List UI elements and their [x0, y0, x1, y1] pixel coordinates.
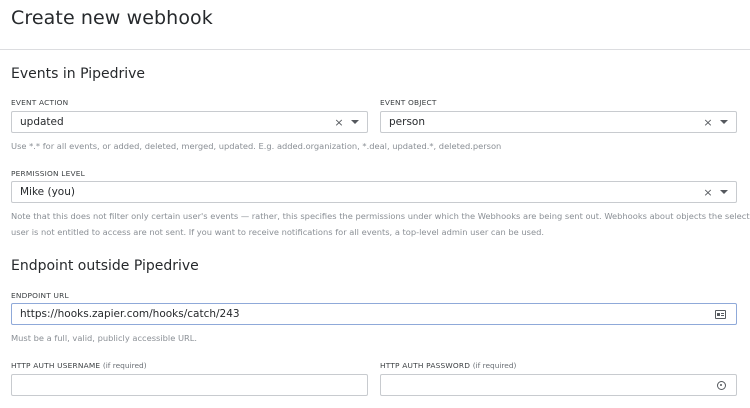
clear-icon[interactable]: × [702, 187, 714, 198]
endpoint-url-input[interactable]: https://hooks.zapier.com/hooks/catch/243 [11, 303, 737, 325]
events-section-title: Events in Pipedrive [11, 66, 146, 82]
permission-level-value: Mike (you) [20, 186, 75, 198]
event-object-label: EVENT OBJECT [380, 98, 437, 107]
auth-username-input[interactable] [11, 374, 368, 396]
event-action-label: EVENT ACTION [11, 98, 69, 107]
event-action-value: updated [20, 116, 64, 128]
endpoint-help-text: Must be a full, valid, publicly accessib… [11, 333, 198, 343]
endpoint-url-value: https://hooks.zapier.com/hooks/catch/243 [20, 308, 240, 320]
chevron-down-icon[interactable] [351, 120, 359, 124]
key-icon[interactable] [717, 380, 726, 390]
clear-icon[interactable]: × [333, 117, 345, 128]
auth-password-label: HTTP AUTH PASSWORD (if required) [380, 361, 516, 370]
auth-password-label-text: HTTP AUTH PASSWORD [380, 361, 471, 370]
id-card-icon[interactable] [715, 309, 726, 319]
event-action-select[interactable]: updated × [11, 111, 368, 133]
auth-username-label-text: HTTP AUTH USERNAME [11, 361, 101, 370]
clear-icon[interactable]: × [702, 117, 714, 128]
event-object-value: person [389, 116, 425, 128]
events-help-text: Use *.* for all events, or added, delete… [11, 141, 502, 151]
chevron-down-icon[interactable] [720, 120, 728, 124]
chevron-down-icon[interactable] [720, 190, 728, 194]
permission-help-line-1: Note that this does not filter only cert… [11, 211, 750, 221]
permission-level-select[interactable]: Mike (you) × [11, 181, 737, 203]
auth-password-input[interactable] [380, 374, 737, 396]
auth-username-label: HTTP AUTH USERNAME (if required) [11, 361, 147, 370]
permission-level-label: PERMISSION LEVEL [11, 169, 85, 178]
permission-help-line-2: user is not entitled to access are not s… [11, 227, 545, 237]
endpoint-section-title: Endpoint outside Pipedrive [11, 258, 199, 274]
auth-password-required-note: (if required) [472, 361, 517, 370]
event-object-select[interactable]: person × [380, 111, 737, 133]
header-divider [0, 49, 750, 50]
page-title: Create new webhook [11, 7, 213, 29]
auth-username-required-note: (if required) [102, 361, 147, 370]
endpoint-url-label: ENDPOINT URL [11, 291, 69, 300]
